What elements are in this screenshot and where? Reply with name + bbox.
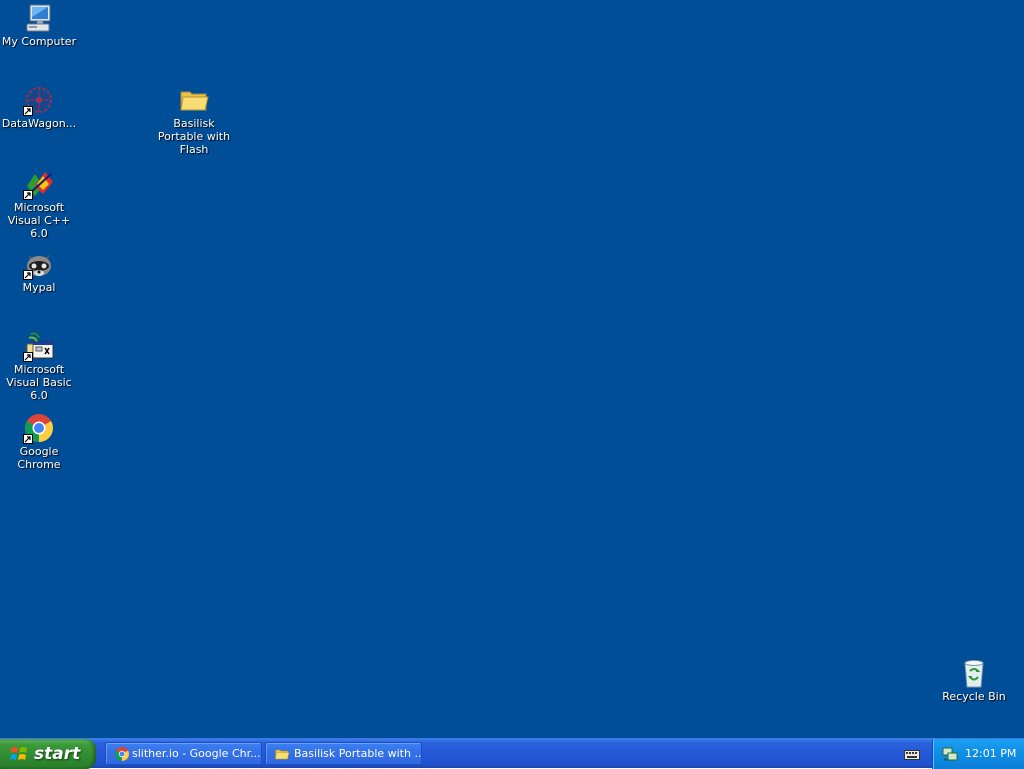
icon-label: My Computer: [1, 35, 77, 48]
desktop-icon-my-computer[interactable]: My Computer: [0, 2, 78, 48]
icon-label: DataWagon...: [1, 117, 77, 130]
desktop-icon-visual-basic[interactable]: Microsoft Visual Basic 6.0: [0, 330, 78, 402]
recycle-bin-icon: [958, 657, 990, 689]
visual-basic-icon: [23, 330, 55, 362]
icon-label: Microsoft Visual C++ 6.0: [7, 201, 71, 240]
chrome-icon: [23, 412, 55, 444]
taskbar-button-basilisk-folder[interactable]: Basilisk Portable with ...: [265, 742, 422, 765]
folder-icon: [275, 749, 290, 760]
taskbar-button-chrome[interactable]: slither.io - Google Chr...: [105, 742, 262, 765]
network-icon[interactable]: [942, 746, 958, 762]
taskbar-button-label: Basilisk Portable with ...: [294, 747, 422, 760]
visual-cpp-icon: [23, 168, 55, 200]
mypal-icon: [23, 248, 55, 280]
keyboard-icon[interactable]: [904, 747, 920, 761]
shortcut-arrow-icon: [23, 352, 33, 362]
icon-label: Microsoft Visual Basic 6.0: [6, 363, 72, 402]
icon-label: Google Chrome: [17, 445, 61, 471]
chrome-icon: [115, 747, 129, 761]
taskbar: start slither.io - Google Chr... Basilis…: [0, 738, 1024, 769]
desktop-icon-google-chrome[interactable]: Google Chrome: [0, 412, 78, 471]
icon-label: Basilisk Portable with Flash: [157, 117, 231, 156]
windows-logo-icon: [10, 747, 27, 760]
icon-label: Mypal: [22, 281, 56, 294]
desktop-icon-recycle-bin[interactable]: Recycle Bin: [935, 657, 1013, 703]
system-tray: 12:01 PM: [932, 739, 1024, 769]
desktop-icon-basilisk-folder[interactable]: Basilisk Portable with Flash: [155, 84, 233, 156]
clock[interactable]: 12:01 PM: [965, 739, 1016, 768]
shortcut-arrow-icon: [23, 270, 33, 280]
desktop-icon-datawagon[interactable]: DataWagon...: [0, 84, 78, 130]
taskbar-button-label: slither.io - Google Chr...: [132, 747, 261, 760]
start-label: start: [34, 744, 81, 764]
my-computer-icon: [23, 2, 55, 34]
icon-label: Recycle Bin: [942, 690, 1006, 703]
shortcut-arrow-icon: [23, 106, 33, 116]
shortcut-arrow-icon: [23, 190, 33, 200]
start-button[interactable]: start: [0, 739, 96, 769]
desktop-icon-mypal[interactable]: Mypal: [0, 248, 78, 294]
folder-icon: [178, 84, 210, 116]
datawagon-icon: [23, 84, 55, 116]
desktop-icon-visual-cpp[interactable]: Microsoft Visual C++ 6.0: [0, 168, 78, 240]
desktop[interactable]: My Computer DataWagon... Microsoft Visua…: [0, 0, 1024, 738]
shortcut-arrow-icon: [23, 434, 33, 444]
